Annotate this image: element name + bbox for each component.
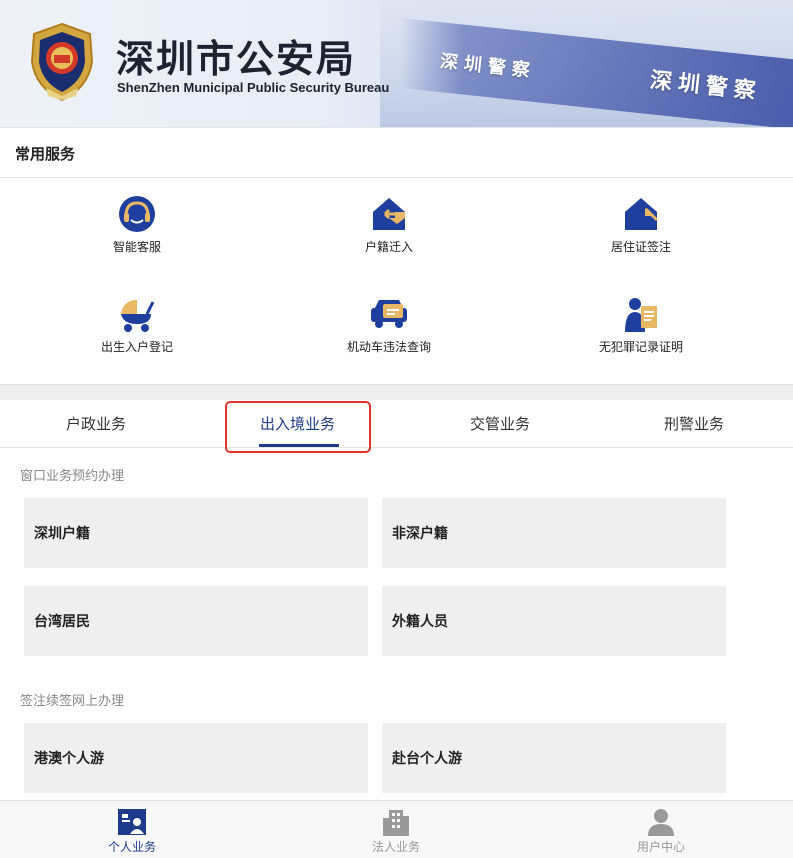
user-icon [648,809,674,836]
card-taiwan-residents[interactable]: 台湾居民 [24,586,368,656]
header-banner: 深圳警察 深圳警察 深圳市公安局 ShenZhen Municipal Publ… [0,0,793,128]
common-services-grid: 智能客服 户籍迁入 居住证签注 出生入户登记 机动车违法查询 无犯罪记录证明 [0,178,793,384]
highlight-annotation-box [225,401,371,453]
service-label: 智能客服 [112,240,161,254]
service-label: 出生入户登记 [100,340,173,354]
section-divider [0,384,793,400]
nav-personal-business[interactable]: 个人业务 [52,801,212,858]
certificate-icon [625,298,657,332]
car-icon [371,300,407,328]
service-household-move-in[interactable]: 户籍迁入 [309,178,469,258]
card-label: 外籍人员 [392,614,448,630]
card-label: 台湾居民 [34,614,90,630]
common-services-header: 常用服务 [0,128,793,178]
tab-criminal[interactable]: 刑警业务 [664,413,724,434]
card-non-shenzhen-hukou[interactable]: 非深户籍 [382,498,726,568]
card-hk-macau-individual-tour[interactable]: 港澳个人游 [24,723,368,793]
service-smart-customer-service[interactable]: 智能客服 [57,178,217,258]
service-label: 户籍迁入 [364,240,413,254]
nav-label: 法人业务 [371,840,420,854]
headset-icon [119,196,155,232]
house-arrow-icon [625,198,659,230]
page-subtitle: ShenZhen Municipal Public Security Burea… [117,80,390,95]
page-title: 深圳市公安局 [116,37,357,81]
tab-traffic[interactable]: 交管业务 [470,413,530,434]
service-birth-registration[interactable]: 出生入户登记 [57,278,217,358]
service-residence-permit[interactable]: 居住证签注 [561,178,721,258]
stroller-icon [121,300,155,332]
building-icon [383,810,409,836]
service-label: 无犯罪记录证明 [598,340,683,354]
card-label: 赴台个人游 [392,751,462,767]
card-taiwan-individual-tour[interactable]: 赴台个人游 [382,723,726,793]
window-booking-title: 窗口业务预约办理 [20,469,125,484]
card-shenzhen-hukou[interactable]: 深圳户籍 [24,498,368,568]
person-card-icon [118,809,146,835]
card-label: 非深户籍 [392,526,448,542]
card-label: 深圳户籍 [34,526,90,542]
service-label: 机动车违法查询 [346,340,431,354]
common-services-title: 常用服务 [15,145,76,163]
service-vehicle-violation-query[interactable]: 机动车违法查询 [309,278,469,358]
house-arrow-in-icon [373,198,405,230]
card-label: 港澳个人游 [34,751,104,767]
bottom-navigation: 个人业务 法人业务 用户中心 [0,800,793,858]
nav-label: 个人业务 [107,840,156,854]
nav-corporate-business[interactable]: 法人业务 [316,801,476,858]
tab-household-admin[interactable]: 户政业务 [66,413,126,434]
nav-label: 用户中心 [636,840,685,854]
nav-user-center[interactable]: 用户中心 [581,801,741,858]
service-no-criminal-record[interactable]: 无犯罪记录证明 [561,278,721,358]
business-tabs: 户政业务 出入境业务 交管业务 刑警业务 [0,400,793,448]
service-label: 居住证签注 [610,240,671,254]
card-foreign-nationals[interactable]: 外籍人员 [382,586,726,656]
online-visa-title: 签注续签网上办理 [20,694,125,709]
police-emblem-logo [30,22,94,102]
